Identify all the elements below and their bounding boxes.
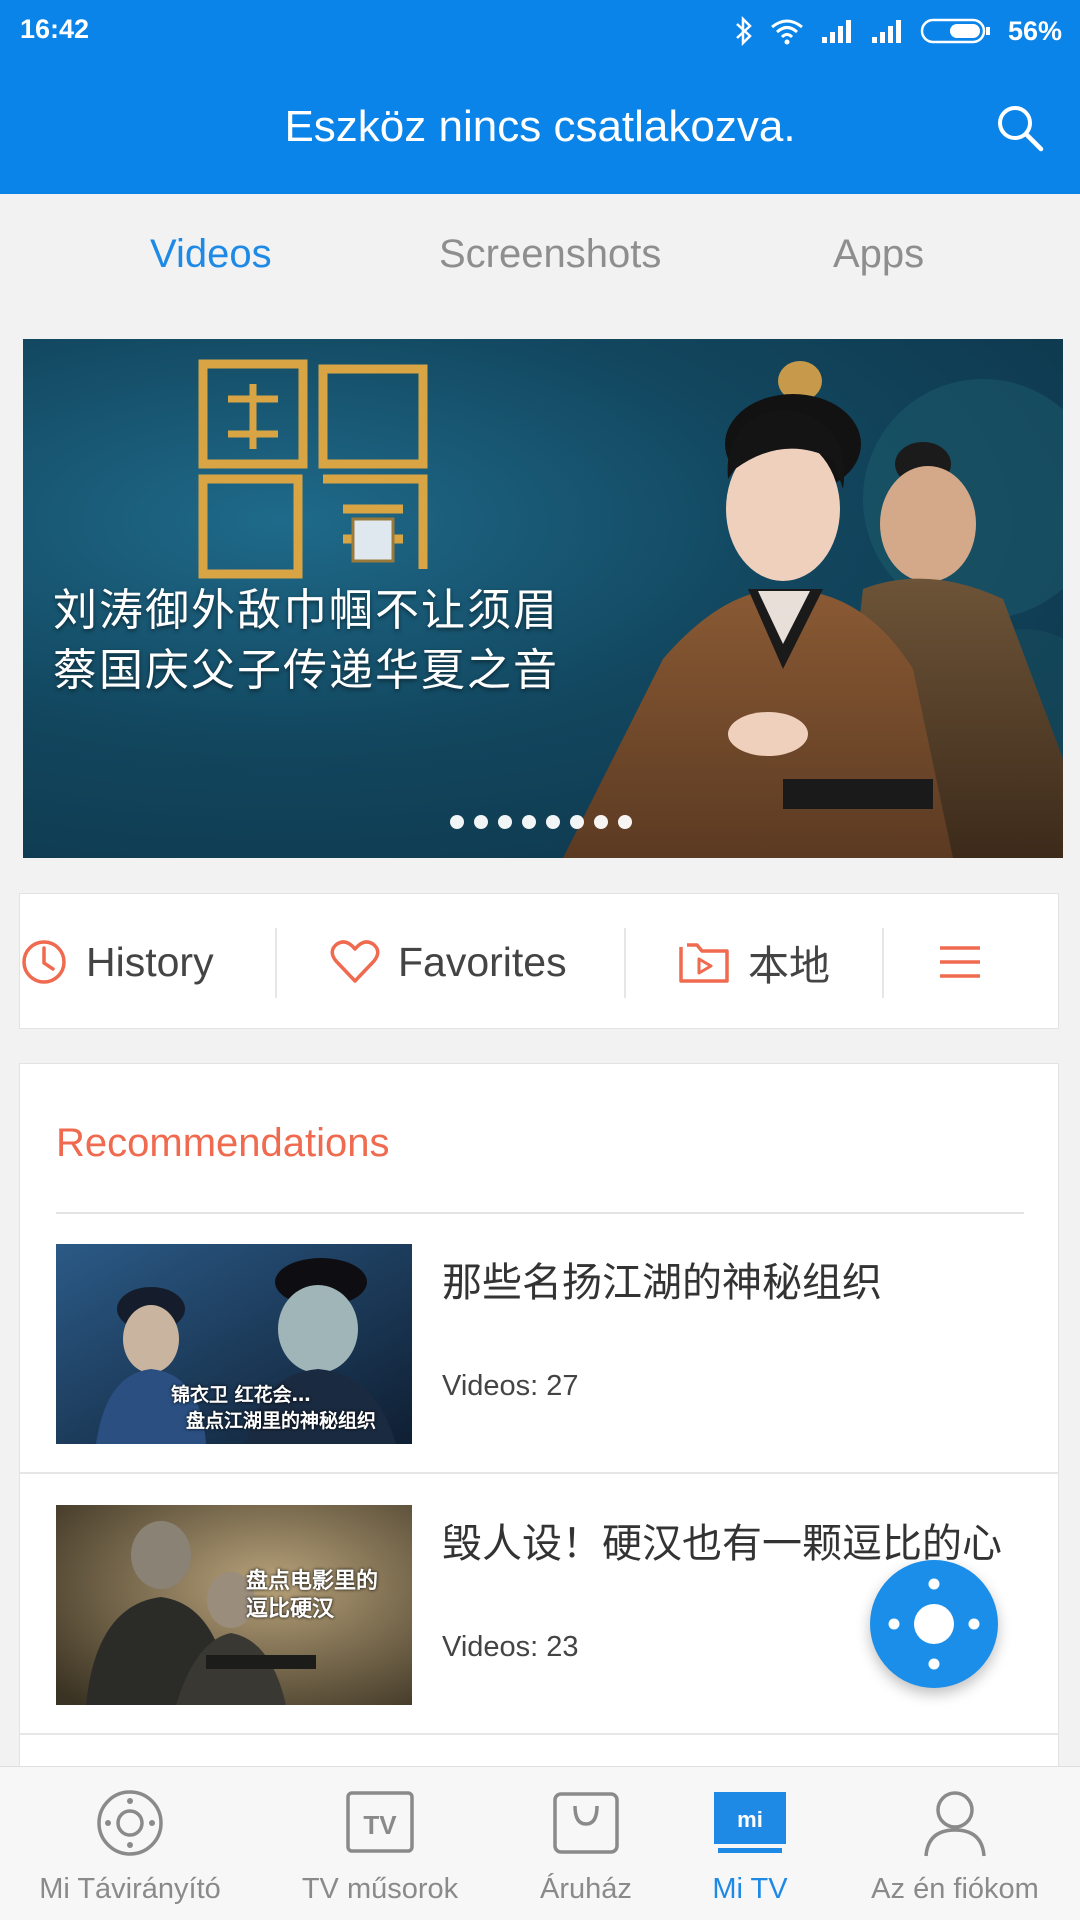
heart-icon [330,940,380,983]
tab-screenshots[interactable]: Screenshots [439,232,661,277]
mi-tv-icon: mi [712,1785,788,1861]
local-label: 本地 [748,942,830,990]
video-count: Videos: 27 [442,1370,579,1402]
nav-label: Mi Távirányító [39,1873,221,1905]
svg-text:TV: TV [363,1810,397,1840]
nav-label: Áruház [540,1873,632,1905]
pagination-dot[interactable] [546,815,560,829]
banner-pagination [450,815,632,829]
nav-mi-tv[interactable]: mi Mi TV [650,1767,850,1920]
thumbnail-caption-1: 锦衣卫 红花会… [171,1384,311,1406]
history-label: History [86,938,214,985]
status-time: 16:42 [20,14,90,44]
banner-logo [198,359,428,579]
pagination-dot[interactable] [618,815,632,829]
favorites-label: Favorites [398,938,567,985]
divider [20,1733,1058,1735]
thumbnail-caption-2: 逗比硬汉 [246,1597,335,1622]
pagination-dot[interactable] [522,815,536,829]
pagination-dot[interactable] [498,815,512,829]
more-menu-button[interactable] [938,894,982,1030]
wifi-icon [770,17,804,45]
divider [275,928,277,998]
content-tabs: Videos Screenshots Apps [0,194,1080,314]
video-count: Videos: 23 [442,1631,579,1663]
nav-tv-programs[interactable]: TV TV műsorok [280,1767,480,1920]
divider [882,928,884,998]
nav-my-account[interactable]: Az én fiókom [855,1767,1055,1920]
banner-caption-line1: 刘涛御外敌巾帼不让须眉 [53,585,559,636]
list-item[interactable]: 锦衣卫 红花会… 盘点江湖里的神秘组织 那些名扬江湖的神秘组织 Videos: … [20,1214,1058,1474]
folder-play-icon [679,943,729,983]
nav-label: Az én fiókom [871,1873,1039,1905]
pagination-dot[interactable] [450,815,464,829]
divider [20,1472,1058,1474]
tab-videos[interactable]: Videos [150,232,272,277]
tab-apps[interactable]: Apps [833,232,924,277]
pagination-dot[interactable] [570,815,584,829]
local-button[interactable]: 本地 [678,894,830,1030]
pagination-dot[interactable] [594,815,608,829]
quick-actions-bar: History Favorites 本地 [19,893,1059,1029]
nav-label: Mi TV [712,1873,788,1905]
thumbnail-caption-2: 盘点江湖里的神秘组织 [186,1410,377,1432]
remote-control-button[interactable] [870,1560,998,1688]
banner-caption-line2: 蔡国庆父子传递华夏之音 [53,645,559,696]
battery-percent: 56% [1007,15,1062,46]
recommendations-title: Recommendations [56,1121,390,1165]
status-icons: 56% [734,12,1062,50]
store-icon [548,1785,624,1861]
remote-control-icon [888,1578,980,1670]
featured-banner[interactable]: 刘涛御外敌巾帼不让须眉 蔡国庆父子传递华夏之音 [23,339,1063,858]
divider [624,928,626,998]
signal-icon [870,17,904,45]
app-header: Eszköz nincs csatlakozva. [0,62,1080,194]
history-button[interactable]: History [20,894,214,1030]
person-icon [917,1785,993,1861]
status-bar: 16:42 56% [0,0,1080,62]
bluetooth-icon [734,16,754,46]
tv-icon: TV [342,1785,418,1861]
clock-icon [22,940,66,984]
playlist-name: 那些名扬江湖的神秘组织 [442,1260,882,1306]
favorites-button[interactable]: Favorites [330,894,567,1030]
banner-caption: 刘涛御外敌巾帼不让须眉 蔡国庆父子传递华夏之音 [53,581,559,701]
nav-mi-remote[interactable]: Mi Távirányító [30,1767,230,1920]
pagination-dot[interactable] [474,815,488,829]
bottom-navigation: Mi Távirányító TV TV műsorok Áruház mi M… [0,1766,1080,1920]
svg-text:mi: mi [737,1807,763,1832]
connection-status-title: Eszköz nincs csatlakozva. [284,102,796,151]
search-button[interactable] [988,96,1052,160]
signal-icon [820,17,854,45]
nav-label: TV műsorok [301,1873,459,1905]
search-icon [998,106,1044,152]
remote-icon [92,1785,168,1861]
video-thumbnail: 锦衣卫 红花会… 盘点江湖里的神秘组织 [56,1244,412,1444]
video-thumbnail: 盘点电影里的 逗比硬汉 [56,1505,412,1705]
battery-icon [920,17,992,45]
menu-icon [940,946,980,978]
